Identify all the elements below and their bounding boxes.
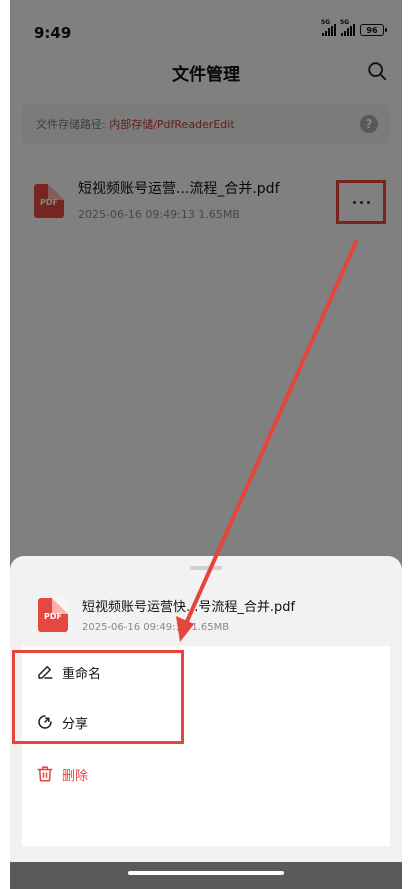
drag-handle[interactable] <box>190 566 222 570</box>
trash-icon <box>37 766 53 782</box>
annotation-highlight-box <box>12 650 184 744</box>
home-indicator[interactable] <box>128 871 284 875</box>
delete-button[interactable]: 删除 <box>22 754 390 794</box>
sheet-file-meta: 2025-06-16 09:49:13 1.65MB <box>82 622 230 633</box>
navigation-bar <box>10 862 402 889</box>
phone-screen: 9:49 5G 5G 96 文件管理 文件存储路径: 内部存储/PdfReade… <box>10 0 402 889</box>
sheet-file-name: 短视频账号运营快...号流程_合并.pdf <box>82 600 296 615</box>
sheet-file-info: PDF 短视频账号运营快...号流程_合并.pdf 2025-06-16 09:… <box>10 586 402 646</box>
delete-label: 删除 <box>62 768 89 784</box>
pdf-file-icon: PDF <box>38 598 68 632</box>
